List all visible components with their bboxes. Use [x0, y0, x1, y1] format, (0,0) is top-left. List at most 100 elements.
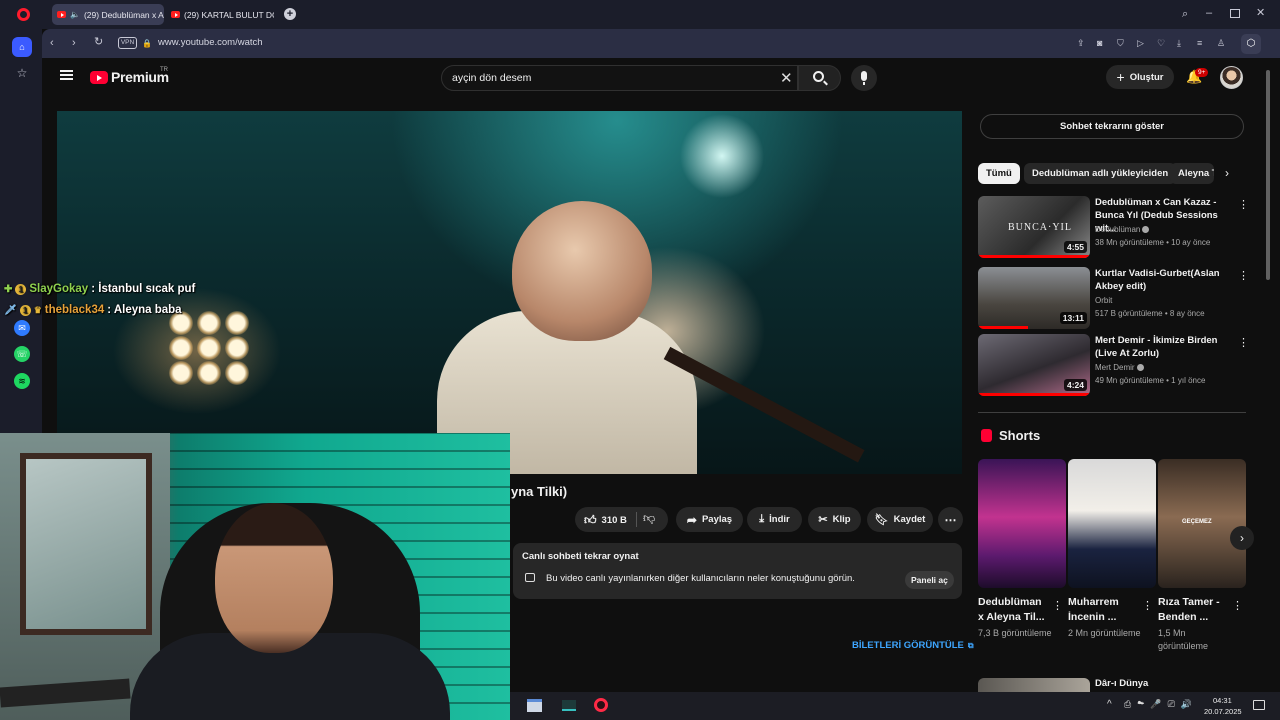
- recommendation-channel[interactable]: Dedublüman: [1095, 225, 1150, 234]
- voice-search-button[interactable]: [851, 65, 877, 91]
- more-options-icon[interactable]: ⋮: [1052, 599, 1063, 612]
- recommendation-thumbnail[interactable]: BUNCA·YIL 4:55: [978, 196, 1090, 258]
- clip-button[interactable]: ✂ Klip: [808, 507, 861, 532]
- verified-icon: [1142, 226, 1150, 234]
- menu-lines-icon[interactable]: ≡: [1197, 38, 1202, 49]
- chip-uploader[interactable]: Dedublüman adlı yükleyiciden: [1024, 163, 1177, 184]
- search-query: ayçin dön desem: [452, 72, 532, 84]
- tab-1[interactable]: 🔈 (29) Dedublüman x Al: [52, 4, 164, 25]
- extensions-cube-icon[interactable]: ⬡: [1241, 34, 1261, 54]
- short-title[interactable]: Muharrem İncenin ...: [1068, 595, 1140, 625]
- dislike-button[interactable]: 👎︎: [643, 511, 655, 526]
- chips-next-icon[interactable]: ›: [1225, 166, 1229, 180]
- shield-icon[interactable]: ⛉: [1117, 38, 1124, 49]
- shorts-next-button[interactable]: ›: [1230, 526, 1254, 550]
- clear-search-icon[interactable]: ✕: [780, 69, 793, 87]
- spotify-icon[interactable]: ≋: [14, 373, 30, 389]
- reload-button[interactable]: ↻: [94, 37, 103, 48]
- recommendation-channel[interactable]: Orbit: [1095, 296, 1112, 305]
- recommendation-item[interactable]: 4:24 Mert Demir - İkimize Birden (Live A…: [978, 334, 1249, 396]
- snapshot-icon[interactable]: ◙: [1097, 38, 1102, 49]
- speaker-icon[interactable]: 🔈: [70, 10, 80, 19]
- short-thumbnail[interactable]: [978, 459, 1066, 588]
- recommendation-item[interactable]: BUNCA·YIL 4:55 Dedublüman x Can Kazaz - …: [978, 196, 1249, 258]
- file-explorer-icon[interactable]: [527, 699, 542, 712]
- forward-button[interactable]: ›: [72, 38, 76, 49]
- search-icon-handle: [823, 80, 828, 86]
- opera-logo-icon[interactable]: [17, 8, 30, 21]
- save-button[interactable]: 🔖︎ Kaydet: [867, 507, 933, 532]
- more-options-icon[interactable]: ⋮: [1238, 269, 1249, 282]
- maximize-button[interactable]: [1230, 9, 1240, 18]
- more-options-icon[interactable]: ⋮: [1238, 336, 1249, 349]
- next-item-title[interactable]: Dâr-ı Dünya: [1095, 678, 1148, 689]
- vpn-badge[interactable]: VPN: [118, 37, 137, 49]
- short-item[interactable]: Dedublüman x Aleyna Til... 7,3 B görüntü…: [978, 459, 1066, 638]
- tray-icons[interactable]: ⎙☁🎤⎚🔊: [1124, 699, 1198, 710]
- url-field[interactable]: www.youtube.com/watch: [158, 37, 263, 48]
- terminal-icon[interactable]: [562, 700, 576, 711]
- account-avatar[interactable]: [1220, 66, 1243, 89]
- share-button[interactable]: ➦ Paylaş: [676, 507, 743, 532]
- chip-all[interactable]: Tümü: [978, 163, 1020, 184]
- player-icon[interactable]: ▷: [1137, 38, 1144, 49]
- youtube-logo-icon[interactable]: [90, 71, 108, 84]
- tray-up-icon[interactable]: ^: [1107, 699, 1112, 710]
- back-button[interactable]: ‹: [50, 38, 54, 49]
- recommendation-item[interactable]: 13:11 Kurtlar Vadisi-Gurbet(Aslan Akbey …: [978, 267, 1249, 329]
- short-thumbnail[interactable]: GEÇEMEZ: [1158, 459, 1246, 588]
- minimize-button[interactable]: –: [1206, 8, 1212, 19]
- download-button[interactable]: ⤓ İndir: [747, 507, 802, 532]
- whatsapp-icon[interactable]: ☏: [14, 346, 30, 362]
- hamburger-menu-icon[interactable]: [60, 70, 73, 80]
- youtube-header: Premium TR ayçin dön desem ✕ + Oluştur 🔔…: [42, 58, 1264, 98]
- short-views: 1,5 Mn görüntüleme: [1158, 628, 1209, 651]
- tab-2-label: (29) KARTAL BULUT DOĞA: [184, 9, 274, 20]
- new-tab-button[interactable]: +: [284, 8, 296, 20]
- messenger-icon[interactable]: ✉: [14, 320, 30, 336]
- stage-light: [169, 361, 193, 385]
- tab-2[interactable]: (29) KARTAL BULUT DOĞA: [166, 4, 274, 25]
- page-scrollbar[interactable]: [1266, 70, 1270, 280]
- chat-icon: [525, 573, 535, 582]
- home-icon[interactable]: ⌂: [12, 37, 32, 57]
- more-actions-button[interactable]: ⋯: [938, 507, 963, 532]
- short-thumbnail[interactable]: [1068, 459, 1156, 588]
- recommendation-thumbnail[interactable]: 13:11: [978, 267, 1090, 329]
- tickets-link[interactable]: BİLETLERİ GÖRÜNTÜLE ⧉: [852, 640, 974, 651]
- short-item[interactable]: GEÇEMEZ Rıza Tamer - Benden ... 1,5 Mn g…: [1158, 459, 1246, 651]
- search-button[interactable]: [798, 65, 841, 91]
- recommendation-title[interactable]: Mert Demir - İkimize Birden (Live At Zor…: [1095, 334, 1230, 360]
- short-views: 7,3 B görüntüleme: [978, 628, 1052, 638]
- opera-gx-icon[interactable]: [594, 698, 608, 712]
- notification-center-icon[interactable]: [1253, 700, 1265, 710]
- short-title[interactable]: Rıza Tamer - Benden ...: [1158, 595, 1230, 625]
- profile-icon[interactable]: ♙: [1217, 38, 1225, 49]
- more-options-icon[interactable]: ⋮: [1142, 599, 1153, 612]
- short-title[interactable]: Dedublüman x Aleyna Til...: [978, 595, 1050, 625]
- tickets-label: BİLETLERİ GÖRÜNTÜLE: [852, 640, 964, 651]
- show-chat-replay-button[interactable]: Sohbet tekrarını göster: [980, 114, 1244, 139]
- more-options-icon[interactable]: ⋮: [1232, 599, 1243, 612]
- close-window-button[interactable]: ✕: [1256, 8, 1265, 19]
- streamer-head: [215, 503, 333, 653]
- next-item-thumbnail[interactable]: [978, 678, 1090, 692]
- open-panel-button[interactable]: Paneli aç: [905, 571, 954, 589]
- share-page-icon[interactable]: ⇪: [1077, 38, 1085, 49]
- recommendation-title[interactable]: Kurtlar Vadisi-Gurbet(Aslan Akbey edit): [1095, 267, 1230, 293]
- recommendation-thumbnail[interactable]: 4:24: [978, 334, 1090, 396]
- search-input[interactable]: ayçin dön desem ✕: [441, 65, 798, 91]
- like-count: 310 B: [601, 514, 627, 526]
- notification-count-badge: 9+: [1195, 68, 1209, 77]
- bookmarks-star-icon[interactable]: ☆: [14, 65, 30, 81]
- recommendation-channel[interactable]: Mert Demir: [1095, 363, 1144, 372]
- heart-icon[interactable]: ♡: [1157, 38, 1165, 49]
- download-icon[interactable]: ⤓: [1177, 38, 1181, 49]
- like-button[interactable]: 👍︎ 310 B: [578, 511, 634, 529]
- chip-aleyna[interactable]: Aleyna T: [1170, 163, 1214, 184]
- search-tabs-icon[interactable]: ⌕: [1182, 9, 1188, 20]
- channel-name: Dedublüman: [1095, 225, 1141, 234]
- short-item[interactable]: Muharrem İncenin ... 2 Mn görüntüleme ⋮: [1068, 459, 1156, 638]
- create-button[interactable]: + Oluştur: [1106, 65, 1174, 89]
- more-options-icon[interactable]: ⋮: [1238, 198, 1249, 211]
